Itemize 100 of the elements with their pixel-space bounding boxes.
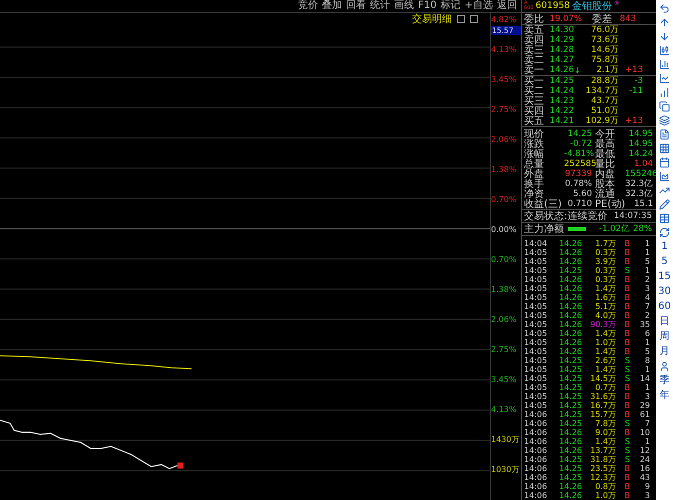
person-icon[interactable]: [659, 361, 670, 372]
stat-label: 内盘: [595, 168, 616, 180]
trade-count: 43: [638, 473, 650, 482]
ratio-label: 委比: [524, 12, 545, 24]
down-arrow-icon[interactable]: [659, 31, 670, 42]
order-volume: 28.8万: [590, 75, 619, 86]
order-level-label: 卖四: [524, 34, 545, 46]
trade-time: 14:05: [524, 302, 548, 311]
bar-chart-icon[interactable]: [659, 59, 670, 70]
trade-count: 3: [644, 284, 650, 293]
menu-item[interactable]: F10: [418, 0, 437, 12]
stat-label: 净资: [524, 188, 544, 200]
period-button[interactable]: 5: [661, 256, 668, 268]
order-level-label: 买一: [524, 75, 545, 87]
trade-side: B: [624, 239, 630, 248]
menu-item[interactable]: 画线: [394, 0, 414, 12]
area-chart-icon[interactable]: [659, 171, 670, 182]
trade-count: 2: [644, 311, 650, 320]
period-button[interactable]: 30: [658, 286, 671, 298]
order-volume: 75.8万: [590, 54, 619, 66]
period-button[interactable]: 周: [660, 331, 670, 343]
menu-item[interactable]: 叠加: [322, 0, 342, 12]
trend-chart-icon[interactable]: [659, 185, 670, 196]
trade-volume: 1.4万: [594, 329, 616, 338]
stat-value: 14.25: [566, 129, 592, 139]
trade-volume: 1.0万: [594, 491, 616, 500]
trade-time: 14:05: [524, 320, 548, 329]
trade-side: B: [624, 464, 630, 473]
trade-side: B: [624, 257, 630, 266]
net-flow-share: 28%: [632, 224, 652, 234]
undo-arrow-icon[interactable]: [659, 3, 670, 14]
trade-time: 14:06: [524, 428, 548, 437]
period-button[interactable]: 60: [658, 301, 671, 313]
period-button[interactable]: 15: [658, 271, 671, 283]
pencil-icon[interactable]: [659, 199, 670, 210]
period-button[interactable]: 年: [660, 390, 670, 402]
stat-label: 股本: [595, 178, 616, 190]
trade-count: 2: [644, 275, 650, 284]
table-icon[interactable]: [659, 213, 670, 224]
document-icon[interactable]: [659, 129, 670, 140]
period-button[interactable]: 1: [661, 241, 668, 253]
trade-price: 14.26: [558, 491, 582, 500]
trade-side: B: [624, 392, 630, 401]
line-chart-icon[interactable]: [659, 73, 670, 84]
copy-icon[interactable]: [659, 101, 670, 112]
stat-label: 量比: [595, 158, 616, 170]
trade-count: 1: [644, 365, 650, 374]
grid-icon[interactable]: [659, 143, 670, 154]
stat-label: 流通: [595, 188, 615, 200]
trade-time: 14:06: [524, 455, 548, 464]
order-price: 14.26: [548, 65, 574, 75]
trade-volume: 13.7万: [589, 446, 616, 455]
trade-price: 14.25: [558, 356, 582, 365]
order-change: -3: [634, 76, 643, 86]
menu-item[interactable]: 回看: [346, 0, 366, 12]
candlestick-chart-icon[interactable]: [659, 45, 670, 56]
stat-value: 5.60: [572, 189, 592, 199]
up-arrow-icon[interactable]: [659, 17, 670, 28]
trade-count: 1: [644, 338, 650, 347]
trade-volume: 12.3万: [589, 473, 616, 482]
trade-count: 12: [638, 446, 650, 455]
trade-side: S: [624, 455, 630, 464]
period-button[interactable]: 日: [660, 316, 670, 328]
trade-side: B: [624, 401, 630, 410]
diff-value: 843: [618, 14, 636, 24]
period-button[interactable]: 季: [660, 375, 670, 387]
period-button[interactable]: 月: [660, 346, 670, 358]
trade-count: 8: [644, 356, 650, 365]
calendar-icon[interactable]: [659, 157, 670, 168]
trade-side: B: [624, 347, 630, 356]
trade-volume: 0.3万: [594, 248, 616, 257]
ratio-value: 19.07%: [548, 14, 582, 24]
axis-label: 1.38%: [491, 285, 518, 295]
order-volume: 51.0万: [590, 105, 619, 116]
trade-time: 14:05: [524, 329, 548, 338]
trade-side: S: [624, 437, 630, 446]
net-flow-value: -1.02亿: [598, 223, 630, 235]
menu-item[interactable]: 返回: [497, 0, 517, 12]
column-chart-icon[interactable]: [659, 87, 670, 98]
menu-item[interactable]: +自选: [464, 0, 493, 12]
net-flow-bar: [568, 227, 586, 231]
trade-price: 14.25: [558, 374, 582, 383]
trade-volume: 31.6万: [589, 392, 616, 401]
order-volume: 73.6万: [590, 34, 619, 46]
trade-time: 14:05: [524, 311, 548, 320]
trade-time: 14:06: [524, 482, 548, 491]
refresh-icon[interactable]: [659, 227, 670, 238]
axis-label: 1030万: [491, 465, 520, 475]
layers-icon[interactable]: [659, 115, 670, 126]
menu-item[interactable]: 标记: [440, 0, 461, 12]
trade-time: 14:05: [524, 257, 548, 266]
window-icon[interactable]: [470, 15, 478, 23]
stat-label: 外盘: [524, 168, 545, 180]
trade-status: 交易状态:连续竞价: [524, 210, 608, 223]
stat-value: 14.24: [628, 149, 653, 159]
stat-label: 最低: [595, 148, 616, 160]
trade-count: 1: [644, 266, 650, 275]
axis-label: 0.70%: [491, 255, 518, 265]
trade-volume: 2.6万: [594, 356, 616, 365]
trade-volume: 0.3万: [594, 266, 616, 275]
